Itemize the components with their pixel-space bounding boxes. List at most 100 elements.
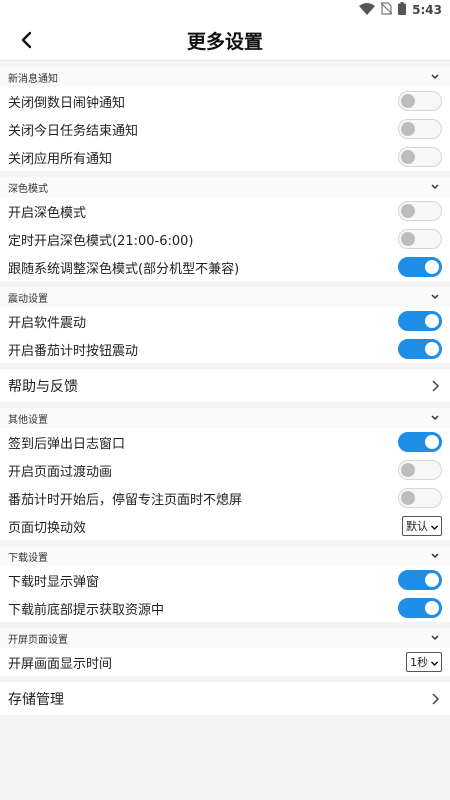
select-value: 默认 (406, 520, 428, 533)
toggle-knob (425, 342, 439, 356)
setting-row: 开启深色模式 (0, 197, 450, 225)
section-splash: 开屏页面设置 开屏画面显示时间 1秒 (0, 628, 450, 676)
toggle-knob (425, 601, 439, 615)
toggle-knob (425, 260, 439, 274)
splash-duration-select[interactable]: 1秒 (406, 652, 442, 672)
section-title: 开屏页面设置 (8, 634, 68, 646)
section-vibrate: 震动设置 开启软件震动 开启番茄计时按钮震动 (0, 287, 450, 363)
setting-label: 开启深色模式 (8, 205, 87, 221)
storage-management-label: 存储管理 (8, 691, 64, 708)
toggle-switch[interactable] (398, 257, 442, 277)
toggle-switch[interactable] (398, 147, 442, 167)
setting-row: 开屏画面显示时间 1秒 (0, 648, 450, 676)
setting-row: 下载前底部提示获取资源中 (0, 594, 450, 622)
section-header[interactable]: 深色模式 (0, 177, 450, 197)
setting-row: 页面切换动效 默认 (0, 512, 450, 540)
setting-label: 开启页面过渡动画 (8, 464, 113, 480)
setting-label: 番茄计时开始后，停留专注页面时不熄屏 (8, 492, 243, 508)
no-sim-icon (380, 2, 393, 18)
setting-label: 页面切换动效 (8, 520, 87, 536)
toggle-switch[interactable] (398, 570, 442, 590)
chevron-right-icon (430, 692, 440, 706)
setting-row: 跟随系统调整深色模式(部分机型不兼容) (0, 253, 450, 281)
page-title: 更多设置 (186, 30, 263, 53)
toggle-knob (401, 491, 415, 505)
toggle-switch[interactable] (398, 488, 442, 508)
toggle-switch[interactable] (398, 229, 442, 249)
setting-label: 定时开启深色模式(21:00-6:00) (8, 233, 194, 249)
section-header[interactable]: 新消息通知 (0, 67, 450, 87)
setting-row: 关闭倒数日闹钟通知 (0, 87, 450, 115)
toggle-switch[interactable] (398, 432, 442, 452)
battery-icon (398, 2, 407, 18)
toggle-knob (425, 435, 439, 449)
chevron-down-icon (430, 633, 440, 643)
toggle-knob (401, 204, 415, 218)
toggle-switch[interactable] (398, 201, 442, 221)
setting-row: 番茄计时开始后，停留专注页面时不熄屏 (0, 484, 450, 512)
section-header[interactable]: 震动设置 (0, 287, 450, 307)
toggle-knob (401, 232, 415, 246)
page-transition-select[interactable]: 默认 (402, 516, 442, 536)
toggle-knob (425, 314, 439, 328)
section-header[interactable]: 其他设置 (0, 408, 450, 428)
chevron-down-icon (430, 522, 439, 531)
wifi-icon (359, 2, 376, 18)
chevron-down-icon (430, 551, 440, 561)
setting-row: 开启软件震动 (0, 307, 450, 335)
section-storage: 存储管理 (0, 682, 450, 715)
status-time: 5:43 (412, 3, 442, 17)
setting-row: 下载时显示弹窗 (0, 566, 450, 594)
setting-label: 下载前底部提示获取资源中 (8, 602, 165, 618)
setting-row: 定时开启深色模式(21:00-6:00) (0, 225, 450, 253)
section-title: 震动设置 (8, 293, 48, 305)
section-download: 下载设置 下载时显示弹窗 下载前底部提示获取资源中 (0, 546, 450, 622)
setting-label: 关闭倒数日闹钟通知 (8, 95, 126, 111)
toggle-switch[interactable] (398, 91, 442, 111)
toggle-switch[interactable] (398, 119, 442, 139)
setting-row: 签到后弹出日志窗口 (0, 428, 450, 456)
setting-label: 下载时显示弹窗 (8, 574, 100, 590)
chevron-down-icon (430, 72, 440, 82)
setting-row: 关闭今日任务结束通知 (0, 115, 450, 143)
status-bar: 5:43 (0, 0, 450, 20)
section-dark-mode: 深色模式 开启深色模式 定时开启深色模式(21:00-6:00) 跟随系统调整深… (0, 177, 450, 281)
toggle-knob (401, 122, 415, 136)
section-header[interactable]: 开屏页面设置 (0, 628, 450, 648)
select-value: 1秒 (410, 656, 428, 669)
toggle-knob (401, 150, 415, 164)
chevron-down-icon (430, 182, 440, 192)
setting-row: 开启番茄计时按钮震动 (0, 335, 450, 363)
toggle-switch[interactable] (398, 339, 442, 359)
help-feedback-row[interactable]: 帮助与反馈 (0, 369, 450, 402)
setting-row: 开启页面过渡动画 (0, 456, 450, 484)
setting-label: 开启软件震动 (8, 315, 87, 331)
chevron-right-icon (430, 379, 440, 393)
section-title: 下载设置 (8, 552, 48, 564)
chevron-down-icon (430, 658, 439, 667)
storage-management-row[interactable]: 存储管理 (0, 682, 450, 715)
section-notify: 新消息通知 关闭倒数日闹钟通知 关闭今日任务结束通知 关闭应用所有通知 (0, 67, 450, 171)
back-arrow-icon[interactable] (14, 28, 38, 52)
toggle-switch[interactable] (398, 598, 442, 618)
setting-label: 关闭今日任务结束通知 (8, 123, 139, 139)
setting-label: 关闭应用所有通知 (8, 151, 113, 167)
toggle-knob (401, 463, 415, 477)
section-title: 其他设置 (8, 414, 48, 426)
section-other: 其他设置 签到后弹出日志窗口 开启页面过渡动画 番茄计时开始后，停留专注页面时不… (0, 408, 450, 540)
chevron-down-icon (430, 292, 440, 302)
section-title: 新消息通知 (8, 73, 58, 85)
toggle-knob (425, 573, 439, 587)
toggle-switch[interactable] (398, 311, 442, 331)
setting-label: 开启番茄计时按钮震动 (8, 343, 139, 359)
section-header[interactable]: 下载设置 (0, 546, 450, 566)
section-title: 深色模式 (8, 183, 48, 195)
setting-label: 开屏画面显示时间 (8, 656, 113, 672)
toggle-knob (401, 94, 415, 108)
section-help: 帮助与反馈 (0, 369, 450, 402)
help-feedback-label: 帮助与反馈 (8, 378, 78, 395)
setting-row: 关闭应用所有通知 (0, 143, 450, 171)
toggle-switch[interactable] (398, 460, 442, 480)
setting-label: 签到后弹出日志窗口 (8, 436, 126, 452)
chevron-down-icon (430, 413, 440, 423)
